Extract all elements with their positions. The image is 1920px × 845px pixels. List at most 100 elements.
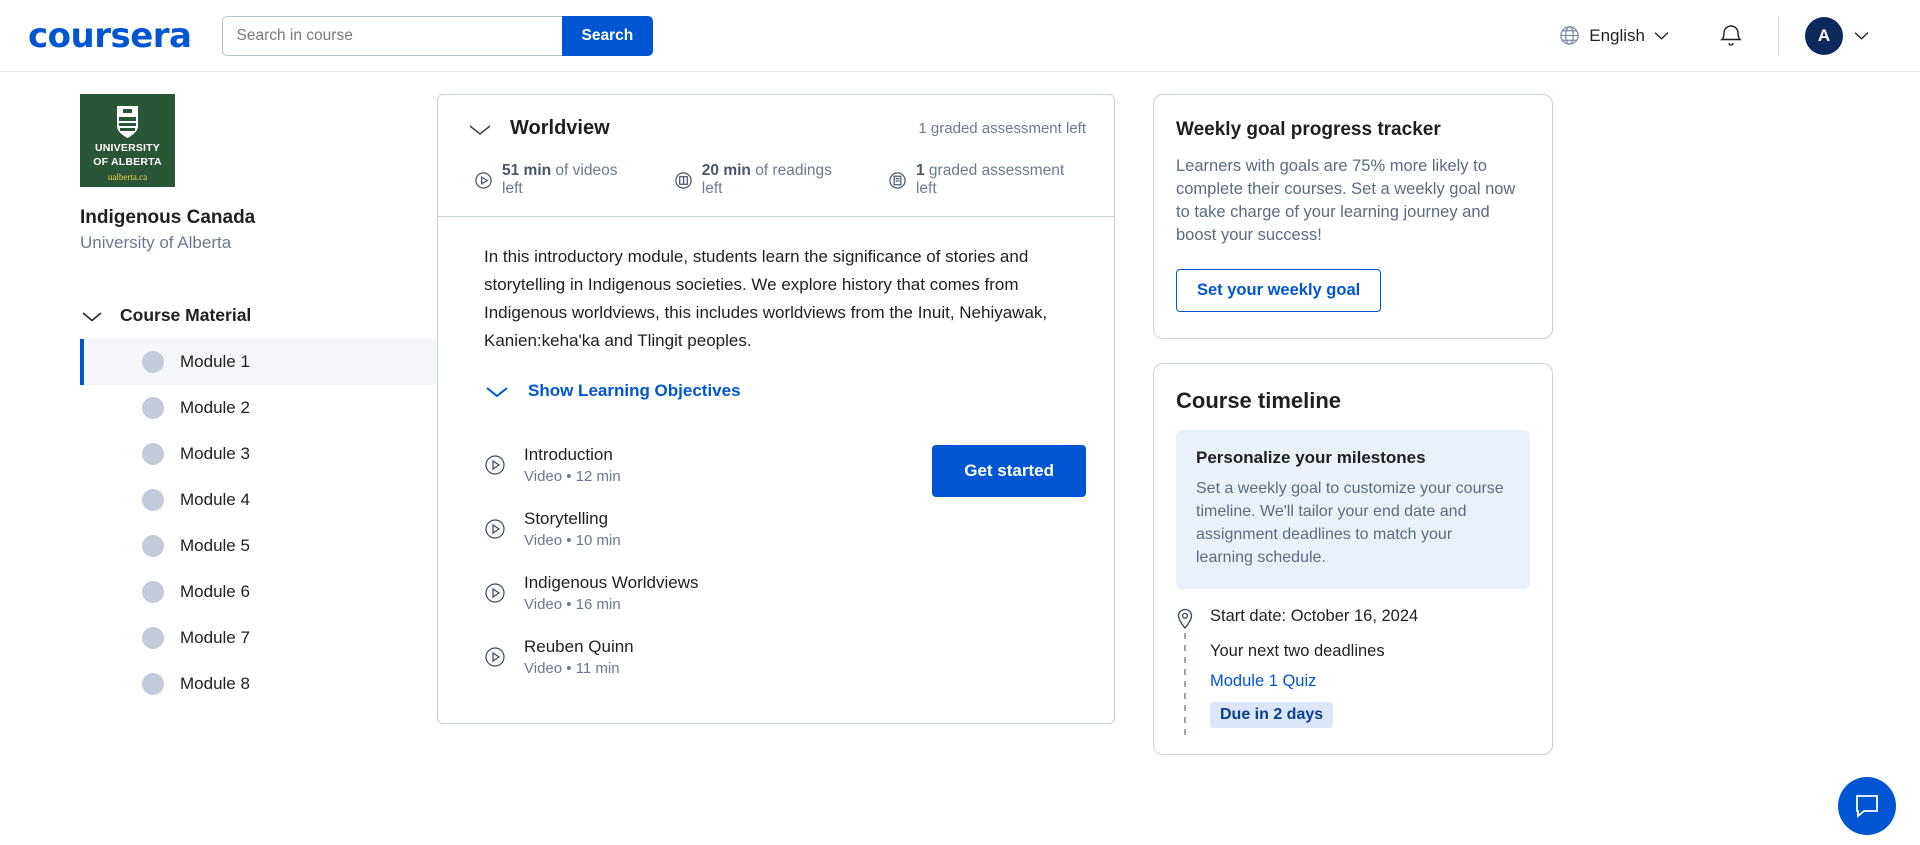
play-circle-icon [484,518,506,540]
header-actions: English A [1544,16,1892,56]
globe-icon [1558,24,1581,47]
university-url: ualberta.ca [108,172,147,182]
play-circle-icon [484,454,506,476]
stat-videos: 51 min of videos left [474,162,640,198]
notifications-button[interactable] [1684,22,1778,50]
show-learning-objectives-label: Show Learning Objectives [528,381,741,401]
course-sidebar: UNIVERSITY OF ALBERTA ualberta.ca Indige… [0,72,437,845]
module-stats: 51 min of videos left 20 min of readings… [466,162,1086,198]
university-name-line1: UNIVERSITY [95,143,160,155]
timeline-start-date: Start date: October 16, 2024 [1210,607,1530,626]
lesson-item[interactable]: Indigenous Worldviews Video • 16 min [484,573,1086,613]
main-content: Worldview 1 graded assessment left 51 mi… [437,72,1115,724]
chevron-down-icon[interactable] [466,121,494,137]
graded-assessment-summary: 1 graded assessment left [918,120,1086,137]
university-name-line2: OF ALBERTA [93,157,162,169]
play-circle-icon [484,646,506,668]
right-rail: Weekly goal progress tracker Learners wi… [1153,72,1553,755]
stat-videos-value: 51 min [502,162,551,179]
timeline-deadlines-label: Your next two deadlines [1210,642,1530,661]
sidebar-item-module-4[interactable]: Module 4 [80,477,437,523]
stat-assessments-value: 1 [916,162,925,179]
milestone-title: Personalize your milestones [1196,448,1510,468]
sidebar-item-module-6[interactable]: Module 6 [80,569,437,615]
lesson-list: Get started Introduction Video • 12 min [484,445,1086,677]
location-pin-icon [1176,608,1194,630]
sidebar-item-module-7[interactable]: Module 7 [80,615,437,661]
weekly-goal-text: Learners with goals are 75% more likely … [1176,155,1530,247]
module-status-icon [142,489,164,511]
module-description: In this introductory module, students le… [484,243,1062,355]
play-circle-icon [484,582,506,604]
course-timeline-title: Course timeline [1176,388,1530,414]
sidebar-item-module-2[interactable]: Module 2 [80,385,437,431]
assessment-icon [888,171,907,190]
lesson-title: Indigenous Worldviews [524,573,699,593]
module-label: Module 5 [180,536,250,556]
course-title: Indigenous Canada [80,207,437,229]
module-status-icon [142,673,164,695]
get-started-button[interactable]: Get started [932,445,1086,497]
module-status-icon [142,535,164,557]
set-weekly-goal-button[interactable]: Set your weekly goal [1176,269,1381,312]
stat-assessments-label: graded assessment left [916,162,1064,197]
module-label: Module 7 [180,628,250,648]
module-status-icon [142,627,164,649]
stat-readings: 20 min of readings left [674,162,854,198]
module-body: In this introductory module, students le… [438,217,1114,723]
sidebar-item-module-5[interactable]: Module 5 [80,523,437,569]
chat-support-button[interactable] [1838,777,1896,835]
chevron-down-icon [484,384,510,399]
chevron-down-icon [1853,30,1870,41]
module-title: Worldview [510,117,610,140]
chat-bubble-icon [1853,793,1881,819]
module-status-icon [142,397,164,419]
sidebar-item-module-1[interactable]: Module 1 [80,339,437,385]
sidebar-item-module-3[interactable]: Module 3 [80,431,437,477]
module-status-icon [142,581,164,603]
app-header: coursera Search English [0,0,1920,72]
lesson-item[interactable]: Storytelling Video • 10 min [484,509,1086,549]
module-title-row: Worldview 1 graded assessment left [466,117,1086,140]
module-label: Module 2 [180,398,250,418]
coursera-logo[interactable]: coursera [28,16,192,56]
book-icon [674,171,693,190]
course-timeline-card: Course timeline Personalize your milesto… [1153,363,1553,755]
module-label: Module 1 [180,352,250,372]
module-list: Module 1 Module 2 Module 3 Module 4 Modu… [80,339,437,707]
module-card: Worldview 1 graded assessment left 51 mi… [437,94,1115,724]
play-circle-icon [474,171,493,190]
language-selector[interactable]: English [1544,24,1684,47]
course-material-label: Course Material [120,305,251,326]
sidebar-item-module-8[interactable]: Module 8 [80,661,437,707]
bell-icon [1718,22,1744,50]
search-input[interactable] [222,16,562,56]
account-menu[interactable]: A [1779,17,1892,55]
chevron-down-icon [80,309,104,323]
timeline-entries: Start date: October 16, 2024 Your next t… [1176,607,1530,728]
weekly-goal-title: Weekly goal progress tracker [1176,119,1530,141]
module-card-header: Worldview 1 graded assessment left 51 mi… [438,95,1114,216]
module-label: Module 8 [180,674,250,694]
show-learning-objectives-button[interactable]: Show Learning Objectives [484,381,1086,401]
stat-readings-value: 20 min [702,162,751,179]
lesson-meta: Video • 11 min [524,660,634,677]
course-material-toggle[interactable]: Course Material [80,305,437,326]
course-organization[interactable]: University of Alberta [80,233,437,253]
page-body: UNIVERSITY OF ALBERTA ualberta.ca Indige… [0,72,1920,845]
personalize-milestones-box: Personalize your milestones Set a weekly… [1176,430,1530,589]
lesson-title: Introduction [524,445,621,465]
language-label: English [1589,26,1645,46]
module-label: Module 3 [180,444,250,464]
lesson-title: Storytelling [524,509,621,529]
timeline-deadline-link[interactable]: Module 1 Quiz [1210,672,1530,691]
milestone-text: Set a weekly goal to customize your cour… [1196,477,1510,569]
shield-crest-icon [114,104,141,140]
weekly-goal-card: Weekly goal progress tracker Learners wi… [1153,94,1553,339]
lesson-item[interactable]: Reuben Quinn Video • 11 min [484,637,1086,677]
lesson-meta: Video • 16 min [524,596,699,613]
search-button[interactable]: Search [562,16,654,56]
timeline-due-badge: Due in 2 days [1210,702,1333,728]
lesson-title: Reuben Quinn [524,637,634,657]
module-label: Module 4 [180,490,250,510]
